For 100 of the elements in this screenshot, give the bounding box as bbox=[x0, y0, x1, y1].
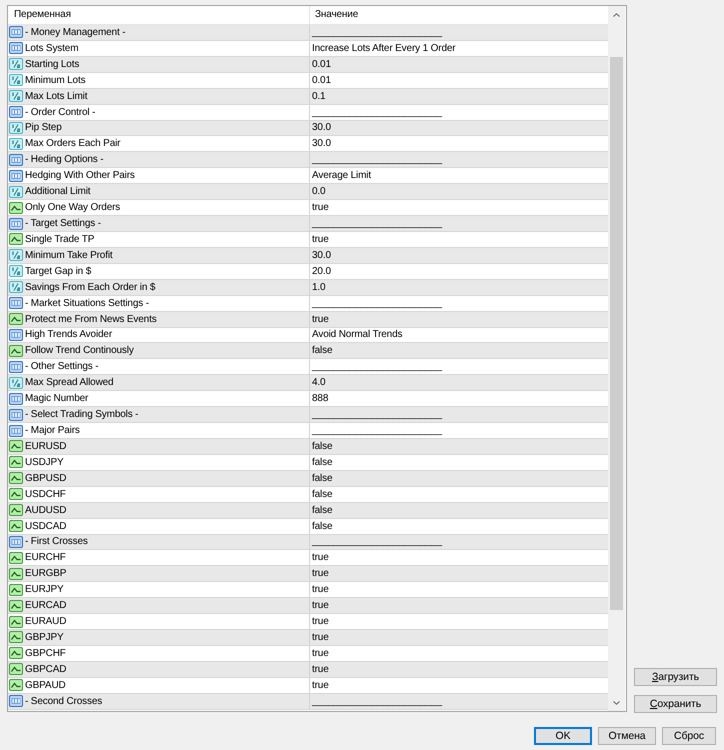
parameter-value: ________________________ bbox=[312, 106, 442, 119]
parameter-name: USDCHF bbox=[25, 488, 66, 501]
fraction-tile-icon bbox=[9, 138, 23, 150]
table-row[interactable]: GBPUSD false bbox=[8, 470, 608, 487]
table-row[interactable]: Max Lots Limit 0.1 bbox=[8, 88, 608, 105]
parameter-value: ________________________ bbox=[312, 217, 442, 230]
table-row[interactable]: USDCHF false bbox=[8, 486, 608, 503]
table-row[interactable]: GBPCHF true bbox=[8, 646, 608, 662]
table-row[interactable]: - Second Crosses ________________________ bbox=[8, 694, 608, 710]
parameter-value: true bbox=[312, 232, 329, 246]
parameter-value: false bbox=[312, 488, 332, 501]
parameter-name: Protect me From News Events bbox=[25, 312, 157, 326]
parameter-value: false bbox=[312, 440, 332, 453]
parameter-name: EURCHF bbox=[25, 551, 66, 564]
table-row[interactable]: - Market Situations Settings - ________________________ bbox=[8, 296, 608, 312]
side-button[interactable]: Загрузить bbox=[634, 668, 717, 686]
parameter-name: - Target Settings - bbox=[25, 217, 101, 230]
table-row[interactable]: EURCHF true bbox=[8, 550, 608, 566]
parameter-name: - Major Pairs bbox=[25, 424, 80, 437]
chart-tile-icon bbox=[9, 568, 23, 580]
table-row[interactable]: Savings From Each Order in $ 1.0 bbox=[8, 280, 608, 296]
parameter-name: Single Trade TP bbox=[25, 232, 94, 246]
column-header[interactable]: Переменная bbox=[8, 6, 310, 24]
parameter-name: Max Orders Each Pair bbox=[25, 137, 120, 150]
table-row[interactable]: EURUSD false bbox=[8, 438, 608, 455]
parameter-value: true bbox=[312, 599, 329, 612]
table-row[interactable]: EURJPY true bbox=[8, 582, 608, 598]
table-row[interactable]: Pip Step 30.0 bbox=[8, 120, 608, 136]
table-row[interactable]: Single Trade TP true bbox=[8, 232, 608, 248]
scrollbar-thumb[interactable] bbox=[610, 57, 623, 610]
table-row[interactable]: USDCAD false bbox=[8, 518, 608, 534]
table-row[interactable]: Max Spread Allowed 4.0 bbox=[8, 375, 608, 392]
table-row[interactable]: - Heding Options - ________________________ bbox=[8, 152, 608, 168]
table-row[interactable]: Minimum Take Profit 30.0 bbox=[8, 248, 608, 264]
table-row[interactable]: Additional Limit 0.0 bbox=[8, 184, 608, 200]
parameter-name: GBPJPY bbox=[25, 630, 64, 644]
chart-tile-icon bbox=[9, 233, 23, 246]
dialog-button[interactable]: Сброс bbox=[662, 727, 716, 745]
table-row[interactable]: EURAUD true bbox=[8, 614, 608, 630]
scroll-up-icon[interactable] bbox=[613, 12, 620, 16]
table-row[interactable]: Target Gap in $ 20.0 bbox=[8, 264, 608, 280]
parameter-name: EURJPY bbox=[25, 583, 64, 596]
table-row[interactable]: Only One Way Orders true bbox=[8, 200, 608, 216]
parameter-value: true bbox=[312, 567, 329, 580]
table-row[interactable]: - Other Settings - ________________________ bbox=[8, 359, 608, 376]
chart-tile-icon bbox=[9, 679, 23, 692]
table-row[interactable]: Follow Trend Continously false bbox=[8, 343, 608, 360]
parameter-value: true bbox=[312, 312, 329, 326]
parameter-value: 0.0 bbox=[312, 185, 326, 198]
parameter-name: - Market Situations Settings - bbox=[25, 296, 149, 310]
table-row[interactable]: Hedging With Other Pairs Average Limit bbox=[8, 168, 608, 184]
chart-tile-icon bbox=[9, 520, 23, 532]
fraction-tile-icon bbox=[9, 281, 23, 294]
parameter-name: Target Gap in $ bbox=[25, 264, 92, 278]
table-row[interactable]: - Order Control - ________________________ bbox=[8, 104, 608, 121]
table-row[interactable]: EURGBP true bbox=[8, 566, 608, 582]
table-row[interactable]: - Select Trading Symbols - ________________________ bbox=[8, 407, 608, 424]
side-button[interactable]: Сохранить bbox=[634, 695, 717, 713]
table-row[interactable]: EURCAD true bbox=[8, 598, 608, 614]
fraction-tile-icon bbox=[9, 58, 23, 70]
scroll-down-icon[interactable] bbox=[613, 700, 620, 704]
parameter-value: ________________________ bbox=[312, 296, 442, 310]
table-row[interactable]: Magic Number 888 bbox=[8, 391, 608, 408]
table-row[interactable]: - Money Management - ________________________ bbox=[8, 25, 608, 41]
table-row[interactable]: GBPAUD true bbox=[8, 678, 608, 694]
table-row[interactable]: - Target Settings - ________________________ bbox=[8, 216, 608, 232]
parameter-name: Hedging With Other Pairs bbox=[25, 169, 135, 182]
parameter-name: GBPCAD bbox=[25, 662, 66, 676]
table-row[interactable]: AUDUSD false bbox=[8, 502, 608, 519]
table-row[interactable]: Starting Lots 0.01 bbox=[8, 56, 608, 73]
table-row[interactable]: Lots System Increase Lots After Every 1 Order bbox=[8, 40, 608, 57]
parameter-value: true bbox=[312, 662, 329, 676]
parameter-value: ________________________ bbox=[312, 153, 442, 166]
parameter-name: Max Spread Allowed bbox=[25, 376, 114, 390]
table-row[interactable]: GBPCAD true bbox=[8, 662, 608, 678]
chart-tile-icon bbox=[9, 344, 23, 357]
parameter-name: Minimum Take Profit bbox=[25, 248, 113, 262]
parameter-name: Magic Number bbox=[25, 392, 88, 406]
chart-tile-icon bbox=[9, 456, 23, 468]
parameter-name: - First Crosses bbox=[25, 535, 88, 548]
table-row[interactable]: - Major Pairs ________________________ bbox=[8, 423, 608, 439]
parameter-name: - Money Management - bbox=[25, 26, 126, 39]
parameter-value: ________________________ bbox=[312, 535, 442, 548]
table-row[interactable]: - First Crosses ________________________ bbox=[8, 534, 608, 550]
table-row[interactable]: USDJPY false bbox=[8, 454, 608, 471]
parameter-name: Minimum Lots bbox=[25, 74, 86, 87]
parameter-name: GBPAUD bbox=[25, 678, 66, 692]
dialog-button[interactable]: OK bbox=[534, 727, 592, 745]
parameter-name: Follow Trend Continously bbox=[25, 344, 134, 358]
parameter-value: ________________________ bbox=[312, 408, 442, 422]
parameter-value: 0.01 bbox=[312, 58, 331, 71]
column-header[interactable]: Значение bbox=[310, 6, 608, 24]
table-row[interactable]: Minimum Lots 0.01 bbox=[8, 72, 608, 89]
table-row[interactable]: Protect me From News Events true bbox=[8, 312, 608, 328]
table-row[interactable]: Max Orders Each Pair 30.0 bbox=[8, 136, 608, 152]
table-row[interactable]: GBPJPY true bbox=[8, 630, 608, 646]
parameter-value: false bbox=[312, 344, 332, 358]
dialog-button[interactable]: Отмена bbox=[598, 727, 656, 745]
parameter-value: 30.0 bbox=[312, 121, 331, 134]
table-row[interactable]: High Trends Avoider Avoid Normal Trends bbox=[8, 328, 608, 344]
